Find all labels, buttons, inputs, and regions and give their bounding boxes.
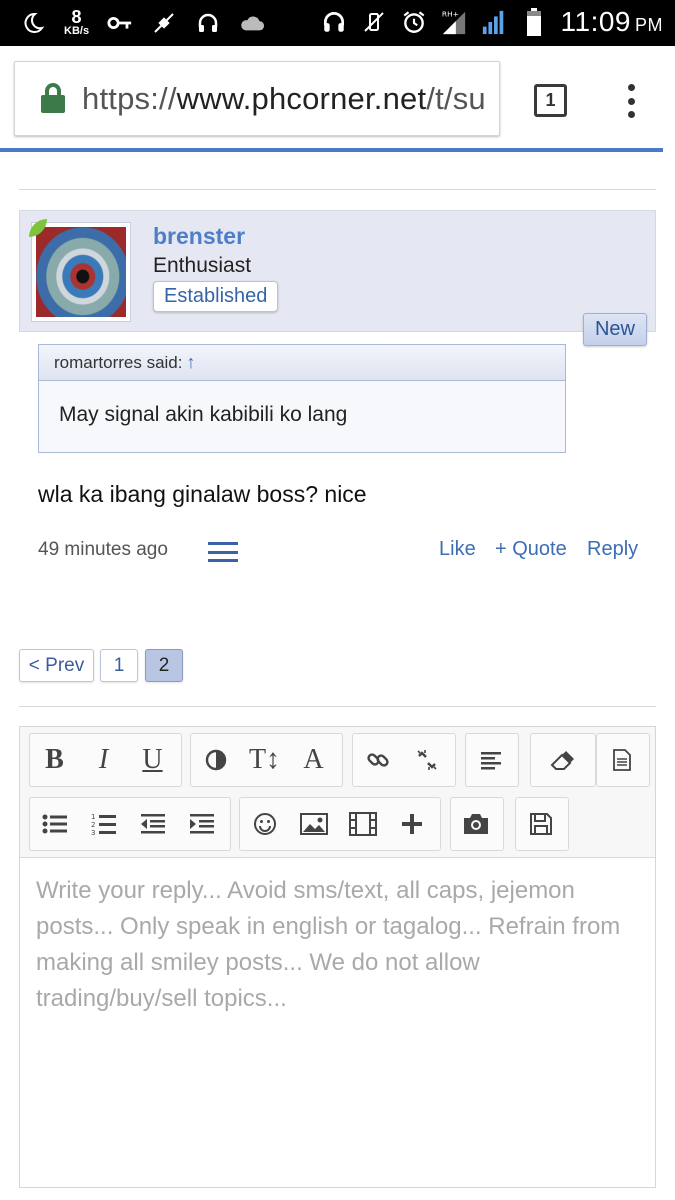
- like-link[interactable]: Like: [439, 538, 476, 561]
- text-size-icon[interactable]: T↕: [240, 734, 289, 786]
- vibrate-off-icon: [361, 9, 387, 35]
- quote-header: romartorres said: ↑: [39, 345, 565, 381]
- toolbar-group-style: T↕ A: [190, 733, 343, 787]
- url-path: /t/su: [426, 80, 486, 116]
- toolbar-group-save: [515, 797, 569, 851]
- toolbar-group-align: [465, 733, 519, 787]
- source-icon[interactable]: [597, 734, 646, 786]
- image-icon[interactable]: [289, 798, 338, 850]
- quote-block: romartorres said: ↑ May signal akin kabib…: [38, 344, 566, 453]
- status-icons-right: RH+ 11:09 PM: [321, 6, 664, 38]
- toolbar-group-insert: [239, 797, 441, 851]
- moon-icon: [20, 10, 46, 36]
- quote-text: May signal akin kabibili ko lang: [59, 403, 348, 426]
- post-controls-menu-icon[interactable]: [208, 542, 238, 562]
- toolbar-group-list: 123: [29, 797, 231, 851]
- svg-text:1: 1: [91, 813, 95, 821]
- speed-value: 8: [71, 7, 82, 27]
- url-host: www.phcorner.net: [176, 80, 427, 116]
- post-message: wla ka ibang ginalaw boss? nice: [38, 481, 367, 507]
- svg-text:2: 2: [91, 821, 95, 829]
- save-draft-icon[interactable]: [516, 798, 565, 850]
- indent-icon[interactable]: [177, 798, 226, 850]
- new-post-tag: New: [583, 313, 647, 346]
- divider: [19, 706, 656, 707]
- speed-unit: KB/s: [64, 25, 90, 37]
- toolbar-group-camera: [450, 797, 504, 851]
- outdent-icon[interactable]: [128, 798, 177, 850]
- unlink-icon[interactable]: [402, 734, 451, 786]
- quote-jump-arrow-icon[interactable]: ↑: [186, 352, 195, 372]
- clock-ampm: PM: [635, 15, 663, 35]
- avatar[interactable]: [31, 222, 131, 322]
- numbered-list-icon[interactable]: 123: [79, 798, 128, 850]
- battery-icon: [521, 8, 547, 36]
- underline-icon[interactable]: U: [128, 734, 177, 786]
- post-user-info: brenster Enthusiast Established: [19, 210, 656, 332]
- cloud-icon: [239, 10, 265, 36]
- browser-toolbar: https://www.phcorner.net/t/su 1: [0, 46, 675, 150]
- divider: [19, 189, 656, 190]
- tab-switcher-button[interactable]: 1: [534, 84, 567, 117]
- post-timestamp[interactable]: 49 minutes ago: [38, 539, 168, 561]
- prev-page-button[interactable]: < Prev: [19, 649, 94, 682]
- username-link[interactable]: brenster: [153, 223, 245, 250]
- quote-author: romartorres said:: [54, 353, 183, 372]
- bullet-list-icon[interactable]: [30, 798, 79, 850]
- status-bar: 8 KB/s RH+ 11:09 PM: [0, 0, 675, 46]
- network-speed: 8 KB/s: [64, 8, 89, 37]
- headphones-icon: [195, 10, 221, 36]
- contrast-icon[interactable]: [191, 734, 240, 786]
- italic-icon[interactable]: I: [79, 734, 128, 786]
- bold-icon[interactable]: B: [30, 734, 79, 786]
- user-badge: Established: [153, 281, 279, 312]
- address-bar[interactable]: https://www.phcorner.net/t/su: [14, 61, 500, 136]
- editor-toolbar: B I U T↕ A 123: [20, 727, 655, 858]
- status-icons-left: 8 KB/s: [20, 8, 265, 37]
- font-icon[interactable]: A: [289, 734, 338, 786]
- key-icon: [107, 10, 133, 36]
- align-icon[interactable]: [466, 734, 515, 786]
- reply-textarea[interactable]: Write your reply... Avoid sms/text, all …: [36, 873, 636, 1017]
- page-2-button[interactable]: 2: [145, 649, 183, 682]
- reply-link[interactable]: Reply: [587, 538, 638, 561]
- clock-time: 11:09: [560, 6, 631, 37]
- toolbar-group-clear: [530, 733, 596, 787]
- page-load-progress: [0, 148, 663, 152]
- smiley-icon[interactable]: [240, 798, 289, 850]
- insert-icon[interactable]: [387, 798, 436, 850]
- overflow-menu-icon[interactable]: [626, 84, 636, 118]
- url-text[interactable]: https://www.phcorner.net/t/su: [82, 81, 486, 117]
- svg-text:RH+: RH+: [441, 9, 458, 18]
- link-icon[interactable]: [353, 734, 402, 786]
- signal-icon: [481, 9, 507, 35]
- satellite-icon: [151, 10, 177, 36]
- camera-icon[interactable]: [451, 798, 500, 850]
- user-title: Enthusiast: [153, 254, 252, 277]
- toolbar-group-format: B I U: [29, 733, 182, 787]
- url-scheme: https://: [82, 80, 177, 116]
- eraser-icon[interactable]: [531, 734, 595, 786]
- quote-link[interactable]: + Quote: [495, 538, 567, 561]
- alarm-icon: [401, 9, 427, 35]
- signal-rh-icon: RH+: [441, 9, 467, 35]
- avatar-image: [36, 227, 126, 317]
- toolbar-group-source: [596, 733, 650, 787]
- svg-text:3: 3: [91, 829, 95, 836]
- page-1-button[interactable]: 1: [100, 649, 138, 682]
- reply-editor: B I U T↕ A 123 Write your reply... Avoid…: [19, 726, 656, 1188]
- media-icon[interactable]: [338, 798, 387, 850]
- headset-icon: [321, 9, 347, 35]
- clock: 11:09 PM: [561, 6, 664, 38]
- lock-icon: [39, 81, 67, 117]
- toolbar-group-link: [352, 733, 456, 787]
